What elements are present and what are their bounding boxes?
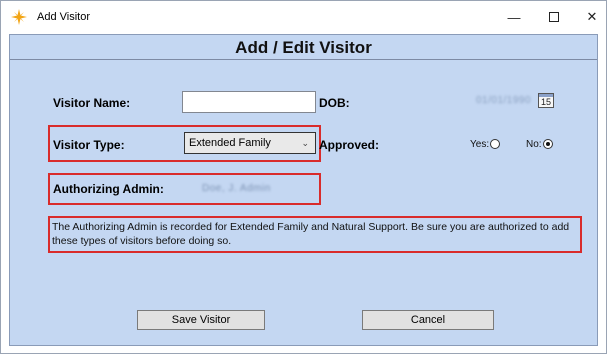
maximize-button[interactable] bbox=[537, 6, 571, 28]
authorizing-admin-label: Authorizing Admin: bbox=[53, 182, 164, 196]
approved-yes-radio[interactable] bbox=[490, 139, 500, 149]
authorization-note: The Authorizing Admin is recorded for Ex… bbox=[52, 221, 570, 247]
cancel-button[interactable]: Cancel bbox=[362, 310, 494, 330]
save-visitor-button[interactable]: Save Visitor bbox=[137, 310, 265, 330]
calendar-day: 15 bbox=[540, 97, 551, 107]
title-bar: Add Visitor — ✕ bbox=[1, 1, 606, 33]
minimize-button[interactable]: — bbox=[497, 6, 531, 28]
visitor-name-label: Visitor Name: bbox=[53, 96, 131, 110]
dob-label: DOB: bbox=[319, 96, 350, 110]
close-button[interactable]: ✕ bbox=[575, 6, 607, 28]
close-icon: ✕ bbox=[586, 9, 598, 24]
calendar-icon[interactable]: 15 bbox=[538, 93, 554, 108]
approved-yes-label: Yes: bbox=[470, 139, 490, 150]
visitor-type-value: Extended Family bbox=[189, 137, 271, 149]
page-header: Add / Edit Visitor bbox=[10, 35, 597, 60]
visitor-type-select[interactable]: Extended Family ⌄ bbox=[184, 132, 316, 154]
window-title: Add Visitor bbox=[37, 11, 90, 23]
approved-label: Approved: bbox=[319, 138, 379, 152]
minimize-icon: — bbox=[507, 9, 521, 25]
chevron-down-icon: ⌄ bbox=[301, 138, 309, 148]
dob-value[interactable]: 01/01/1990 bbox=[476, 95, 531, 106]
sparkle-icon bbox=[11, 9, 27, 25]
approved-no-radio[interactable] bbox=[543, 139, 553, 149]
visitor-name-input[interactable] bbox=[182, 91, 316, 113]
maximize-icon bbox=[549, 12, 559, 22]
authorizing-admin-value: Doe, J. Admin bbox=[202, 183, 271, 194]
add-visitor-window: Add Visitor — ✕ Add / Edit Visitor Visit… bbox=[0, 0, 607, 354]
approved-no-label: No: bbox=[526, 139, 542, 150]
page-title: Add / Edit Visitor bbox=[235, 38, 372, 57]
visitor-type-label: Visitor Type: bbox=[53, 138, 125, 152]
form-panel: Add / Edit Visitor Visitor Name: DOB: 01… bbox=[9, 34, 598, 346]
